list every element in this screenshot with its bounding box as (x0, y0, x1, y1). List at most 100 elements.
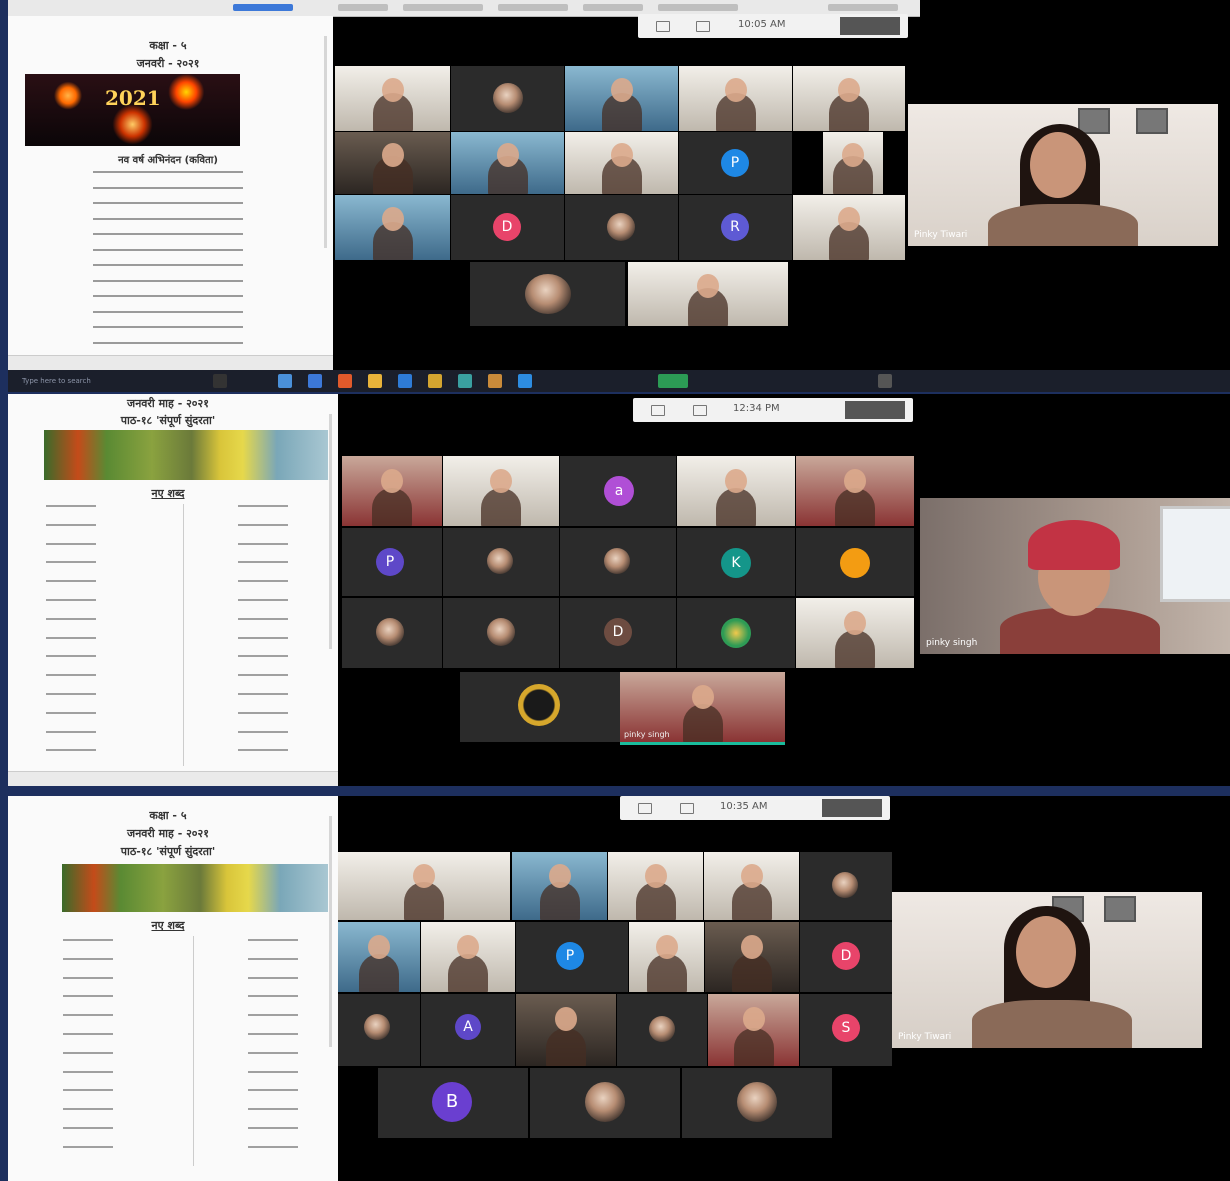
doc-heading: नए शब्द (151, 919, 185, 932)
participant-tile[interactable] (796, 528, 914, 596)
self-video-tile[interactable]: pinky singh (620, 672, 785, 745)
participant-tile[interactable]: K (677, 528, 795, 596)
participant-video-tile[interactable] (705, 922, 799, 992)
participant-video-tile[interactable] (338, 852, 510, 920)
participant-video-tile[interactable] (608, 852, 703, 920)
participant-tile[interactable] (342, 598, 442, 668)
task-view-icon[interactable] (213, 374, 227, 388)
participant-tile[interactable] (451, 66, 564, 131)
app-icon[interactable] (308, 374, 322, 388)
meet-top-bar: 10:35 AM (620, 796, 890, 820)
doc-scrollbar[interactable] (329, 816, 332, 1047)
participant-photo (721, 618, 751, 648)
main-speaker-video[interactable]: Pinky Tiwari (908, 104, 1218, 246)
participant-video-tile[interactable] (335, 195, 450, 260)
participant-video-tile[interactable] (796, 456, 914, 526)
browser-tab[interactable] (828, 4, 898, 11)
app-icon[interactable] (368, 374, 382, 388)
fruit-vegetable-banner-image (44, 430, 328, 480)
app-icon[interactable] (398, 374, 412, 388)
participant-video-tile[interactable] (708, 994, 799, 1066)
participant-tile[interactable]: P (679, 132, 792, 194)
app-icon[interactable] (428, 374, 442, 388)
app-icon[interactable] (278, 374, 292, 388)
participant-video-tile[interactable] (704, 852, 799, 920)
participant-tile[interactable]: D (451, 195, 564, 260)
participant-video-tile[interactable] (342, 456, 442, 526)
participant-video-tile[interactable] (451, 132, 564, 194)
participant-photo (585, 1082, 625, 1122)
participant-video-tile[interactable] (335, 66, 450, 131)
participant-tile[interactable]: P (342, 528, 442, 596)
participant-tile[interactable]: D (560, 598, 676, 668)
browser-tab[interactable] (233, 4, 293, 11)
participant-tile[interactable]: P (516, 922, 628, 992)
browser-tab[interactable] (403, 4, 483, 11)
participant-tile[interactable] (617, 994, 707, 1066)
participant-tile[interactable] (800, 852, 892, 920)
main-speaker-video[interactable]: Pinky Tiwari (892, 892, 1202, 1048)
present-icon[interactable] (680, 803, 694, 814)
participant-tile[interactable] (443, 528, 559, 596)
participant-photo (487, 618, 515, 646)
participant-video-tile[interactable] (443, 456, 559, 526)
participant-video-tile[interactable] (565, 66, 678, 131)
participant-video-tile[interactable] (628, 262, 788, 326)
app-icon[interactable] (488, 374, 502, 388)
participant-tile[interactable] (443, 598, 559, 668)
participant-video-tile[interactable] (421, 922, 515, 992)
captions-icon[interactable] (651, 405, 665, 416)
doc-scrollbar[interactable] (324, 36, 327, 249)
notification-icon[interactable] (878, 374, 892, 388)
present-icon[interactable] (696, 21, 710, 32)
participant-tile[interactable] (682, 1068, 832, 1138)
browser-tab[interactable] (658, 4, 738, 11)
participant-video-tile[interactable] (335, 132, 450, 194)
captions-icon[interactable] (638, 803, 652, 814)
participant-tile[interactable] (560, 528, 676, 596)
banner-year-text: 2021 (105, 86, 161, 110)
taskbar-search-box[interactable]: Type here to search (22, 377, 91, 385)
browser-tab[interactable] (498, 4, 568, 11)
participant-video-tile[interactable] (677, 456, 795, 526)
doc-scrollbar[interactable] (329, 414, 332, 650)
browser-tab[interactable] (583, 4, 643, 11)
app-icon[interactable] (458, 374, 472, 388)
browser-tab[interactable] (338, 4, 388, 11)
participant-video-tile[interactable] (629, 922, 704, 992)
participant-tile[interactable] (338, 994, 420, 1066)
speaker-name-label: Pinky Tiwari (914, 230, 968, 240)
participant-video-tile[interactable] (565, 132, 678, 194)
participant-video-tile[interactable] (823, 132, 883, 194)
participant-video-tile[interactable] (516, 994, 616, 1066)
participant-avatar: D (493, 213, 521, 241)
word-list-right (238, 502, 288, 765)
main-speaker-video[interactable]: pinky singh (920, 498, 1230, 654)
participant-video-tile[interactable] (679, 66, 792, 131)
captions-icon[interactable] (656, 21, 670, 32)
doc-class-line: कक्षा - ५ (149, 809, 187, 822)
participant-tile[interactable]: a (560, 456, 676, 526)
participant-video-tile[interactable] (793, 195, 905, 260)
participant-tile[interactable]: R (679, 195, 792, 260)
participant-tile[interactable] (677, 598, 795, 668)
participant-tile[interactable] (470, 262, 625, 326)
participant-video-tile[interactable] (796, 598, 914, 668)
participant-tile[interactable] (530, 1068, 680, 1138)
participant-tile[interactable]: B (378, 1068, 528, 1138)
present-icon[interactable] (693, 405, 707, 416)
participant-photo (737, 1082, 777, 1122)
participant-tile[interactable] (460, 672, 620, 742)
participant-tile[interactable]: S (800, 994, 892, 1066)
participant-tile[interactable] (565, 195, 678, 260)
app-icon[interactable] (518, 374, 532, 388)
participant-avatar: P (556, 942, 584, 970)
participant-tile[interactable]: D (800, 922, 892, 992)
app-icon[interactable] (338, 374, 352, 388)
participant-video-tile[interactable] (338, 922, 420, 992)
participant-video-tile[interactable] (512, 852, 607, 920)
participant-tile[interactable]: A (421, 994, 515, 1066)
participant-video-tile[interactable] (793, 66, 905, 131)
participant-photo (376, 618, 404, 646)
tray-icon[interactable] (658, 374, 688, 388)
